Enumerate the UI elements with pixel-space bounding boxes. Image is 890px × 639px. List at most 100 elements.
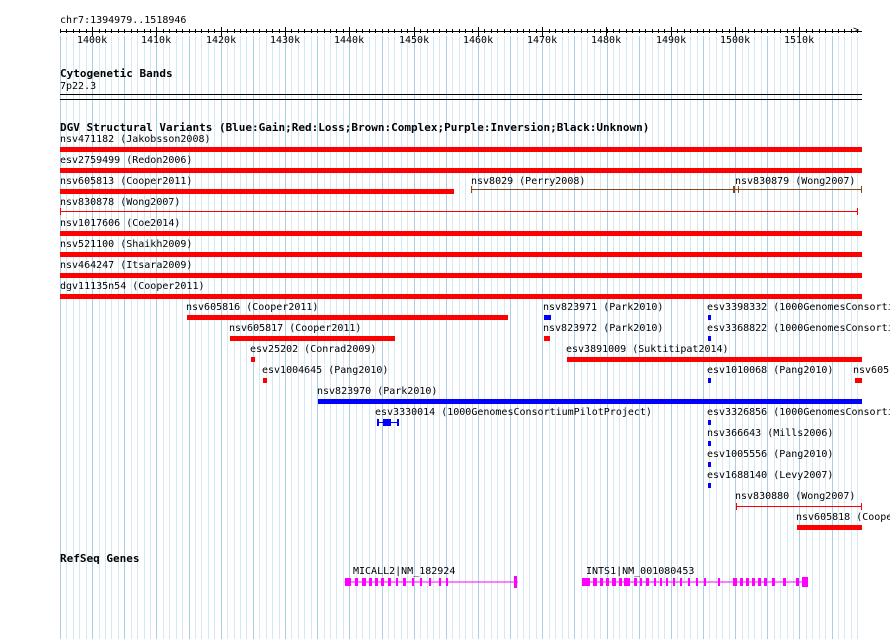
ruler-minor-tick bbox=[176, 29, 177, 33]
ruler-minor-tick bbox=[844, 29, 845, 33]
ruler-minor-tick bbox=[189, 29, 190, 33]
dgv-feature-bar[interactable] bbox=[544, 315, 551, 320]
dgv-feature-bar[interactable] bbox=[708, 315, 711, 320]
ruler-minor-tick bbox=[529, 29, 530, 33]
dgv-feature-label: nsv471182 (Jakobsson2008) bbox=[60, 134, 211, 145]
ruler-tick-label: 1500k bbox=[720, 35, 751, 46]
ruler-minor-tick bbox=[613, 29, 614, 33]
ruler-minor-tick bbox=[427, 29, 428, 33]
dgv-track-title[interactable]: DGV Structural Variants (Blue:Gain;Red:L… bbox=[60, 122, 649, 134]
ruler-minor-tick bbox=[144, 29, 145, 33]
ruler-minor-tick bbox=[748, 29, 749, 33]
ruler-minor-tick bbox=[439, 29, 440, 33]
ruler-tick-label: 1420k bbox=[206, 35, 237, 46]
dgv-feature-bar[interactable] bbox=[471, 189, 734, 190]
ruler-minor-tick bbox=[677, 29, 678, 33]
dgv-feature-label: nsv366643 (Mills2006) bbox=[707, 428, 834, 439]
ruler-tick-label: 1510k bbox=[784, 35, 815, 46]
ruler-minor-tick bbox=[388, 29, 389, 33]
ruler-minor-tick bbox=[356, 29, 357, 33]
ruler-tick-label: 1440k bbox=[334, 35, 365, 46]
refseq-track-title[interactable]: RefSeq Genes bbox=[60, 553, 139, 565]
ruler-minor-tick bbox=[780, 29, 781, 33]
dgv-feature-bar[interactable] bbox=[60, 231, 862, 236]
dgv-feature-block bbox=[377, 419, 379, 426]
dgv-feature-bar[interactable] bbox=[60, 211, 858, 212]
ruler-minor-tick bbox=[311, 29, 312, 33]
dgv-feature-bar[interactable] bbox=[855, 378, 862, 383]
dgv-feature-bar[interactable] bbox=[60, 252, 862, 257]
ruler-minor-tick bbox=[407, 29, 408, 33]
dgv-feature-bar[interactable] bbox=[318, 399, 862, 404]
ruler-minor-tick bbox=[825, 29, 826, 33]
ruler-minor-tick bbox=[118, 29, 119, 33]
ruler-minor-tick bbox=[491, 29, 492, 33]
dgv-feature-bar[interactable] bbox=[187, 315, 508, 320]
dgv-feature-bar[interactable] bbox=[60, 147, 862, 152]
dgv-feature-bar[interactable] bbox=[708, 483, 711, 488]
ruler-minor-tick bbox=[221, 29, 222, 33]
dgv-feature-bar[interactable] bbox=[60, 294, 862, 299]
ruler-minor-tick bbox=[137, 29, 138, 33]
ruler-minor-tick bbox=[272, 29, 273, 33]
dgv-feature-label: nsv830878 (Wong2007) bbox=[60, 197, 181, 208]
ruler-minor-tick bbox=[195, 29, 196, 33]
ruler-minor-tick bbox=[182, 29, 183, 33]
dgv-feature-bar[interactable] bbox=[544, 336, 550, 341]
ruler-minor-tick bbox=[169, 29, 170, 33]
ruler-minor-tick bbox=[163, 29, 164, 33]
ruler-minor-tick bbox=[86, 29, 87, 33]
cytoband-top-line bbox=[60, 94, 862, 95]
dgv-feature-bar[interactable] bbox=[708, 441, 711, 446]
gene-model-ints1[interactable] bbox=[578, 573, 818, 591]
dgv-feature-label: nsv823970 (Park2010) bbox=[317, 386, 438, 397]
dgv-feature-bar[interactable] bbox=[708, 336, 711, 341]
dgv-feature-bar[interactable] bbox=[708, 462, 711, 467]
dgv-feature-label: esv1688140 (Levy2007) bbox=[707, 470, 834, 481]
dgv-feature-bar[interactable] bbox=[708, 378, 711, 383]
ruler-minor-tick bbox=[394, 29, 395, 33]
ruler-minor-tick bbox=[735, 29, 736, 33]
dgv-feature-end-tick bbox=[861, 186, 862, 193]
ruler-minor-tick bbox=[838, 29, 839, 33]
dgv-feature-label: dgv11135n54 (Cooper2011) bbox=[60, 281, 205, 292]
dgv-feature-bar[interactable] bbox=[230, 336, 395, 341]
dgv-feature-label: nsv605818 (Coope bbox=[796, 512, 890, 523]
ruler-minor-tick bbox=[722, 29, 723, 33]
dgv-feature-bar[interactable] bbox=[708, 420, 711, 425]
ruler-minor-tick bbox=[259, 29, 260, 33]
dgv-feature-bar[interactable] bbox=[60, 168, 862, 173]
dgv-feature-end-tick bbox=[736, 503, 737, 510]
ruler-minor-tick bbox=[253, 29, 254, 33]
ruler-minor-tick bbox=[131, 29, 132, 33]
dgv-feature-label: esv25202 (Conrad2009) bbox=[250, 344, 377, 355]
dgv-feature-bar[interactable] bbox=[736, 506, 862, 507]
ruler-minor-tick bbox=[517, 29, 518, 33]
dgv-feature-bar[interactable] bbox=[60, 189, 454, 194]
ruler-minor-tick bbox=[504, 29, 505, 33]
ruler-minor-tick bbox=[549, 29, 550, 33]
ruler-minor-tick bbox=[124, 29, 125, 33]
ruler-minor-tick bbox=[497, 29, 498, 33]
cytoband-track-title[interactable]: Cytogenetic Bands bbox=[60, 68, 173, 80]
ruler-tick-label: 1430k bbox=[270, 35, 301, 46]
ruler-minor-tick bbox=[787, 29, 788, 33]
ruler-minor-tick bbox=[851, 29, 852, 33]
ruler-minor-tick bbox=[658, 29, 659, 33]
ruler-minor-tick bbox=[150, 29, 151, 33]
ruler-minor-tick bbox=[484, 29, 485, 33]
gene-model-micall2[interactable] bbox=[340, 573, 530, 591]
dgv-feature-bar[interactable] bbox=[567, 357, 862, 362]
ruler-minor-tick bbox=[806, 29, 807, 33]
ruler-minor-tick bbox=[626, 29, 627, 33]
dgv-feature-bar[interactable] bbox=[734, 189, 862, 190]
dgv-feature-bar[interactable] bbox=[60, 273, 862, 278]
ruler-minor-tick bbox=[452, 29, 453, 33]
ruler-minor-tick bbox=[317, 29, 318, 33]
ruler-minor-tick bbox=[600, 29, 601, 33]
dgv-feature-bar[interactable] bbox=[263, 378, 267, 383]
dgv-feature-label: esv3330014 (1000GenomesConsortiumPilotPr… bbox=[375, 407, 652, 418]
ruler-minor-tick bbox=[632, 29, 633, 33]
dgv-feature-bar[interactable] bbox=[797, 525, 862, 530]
dgv-feature-bar[interactable] bbox=[251, 357, 255, 362]
